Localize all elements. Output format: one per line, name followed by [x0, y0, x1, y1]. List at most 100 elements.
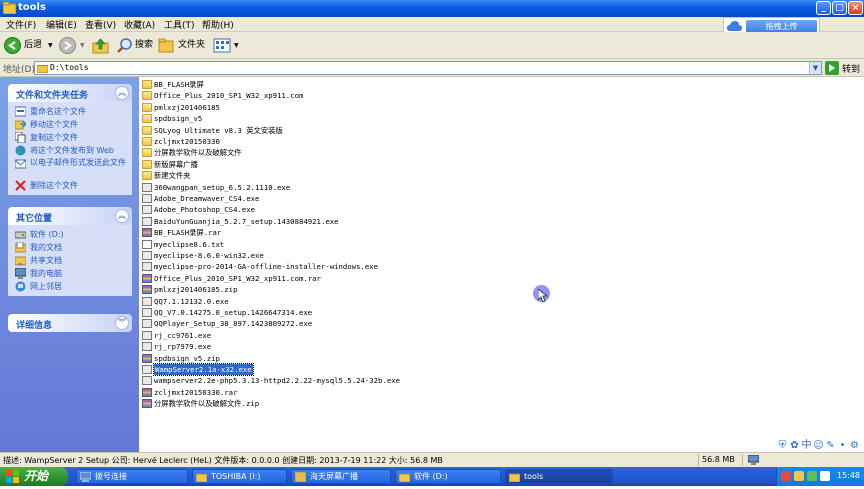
windows-logo-icon [6, 470, 19, 483]
collapse-icon[interactable]: ︽ [115, 86, 129, 100]
file-name: QQ7.1.12132.0.exe [154, 296, 229, 306]
file-name: QQPlayer_Setup_38_897.1423809272.exe [154, 319, 313, 329]
menu-edit[interactable]: 编辑(E) [46, 18, 77, 31]
my-documents-icon [14, 241, 27, 253]
go-arrow-icon [825, 61, 839, 78]
file-name: 360wangpan_setup_6.5.2.1110.exe [154, 182, 291, 192]
delete-icon [15, 180, 26, 191]
task-move[interactable]: 移动这个文件 [8, 118, 132, 131]
place-network[interactable]: 网上邻居 [8, 280, 132, 293]
exe-icon [142, 330, 152, 340]
file-name: 新版屏幕广播 [154, 159, 198, 169]
ime-shield-icon[interactable]: ⛨ [777, 440, 788, 451]
close-button[interactable]: × [848, 1, 863, 15]
expand-icon[interactable]: ︾ [115, 316, 129, 330]
place-shared-documents[interactable]: 共享文档 [8, 254, 132, 267]
task-copy[interactable]: 复制这个文件 [8, 131, 132, 144]
file-name: wampserver2.2e-php5.3.13-httpd2.2.22-mys… [154, 376, 401, 386]
place-my-computer[interactable]: 我的电脑 [8, 267, 132, 280]
address-dropdown-icon[interactable]: ▼ [809, 62, 821, 74]
drive-icon [14, 229, 27, 240]
file-tasks-header[interactable]: 文件和文件夹任务 ︽ [8, 84, 132, 102]
views-button[interactable]: ▼ [213, 36, 241, 55]
place-my-documents[interactable]: 我的文档 [8, 241, 132, 254]
file-name: Adobe_Dreamwaver_CS4.exe [154, 194, 260, 203]
menu-tools[interactable]: 工具(T) [164, 18, 195, 31]
folder-icon [142, 137, 152, 146]
views-dropdown-icon[interactable]: ▼ [234, 36, 239, 55]
task-toshiba-drive[interactable]: TOSHIBA (I:) [192, 469, 287, 484]
tray-volume-icon[interactable] [807, 471, 817, 481]
menu-help[interactable]: 帮助(H) [202, 18, 234, 31]
forward-button[interactable]: ▼ [59, 36, 85, 55]
address-input[interactable]: D:\tools ▼ [34, 61, 822, 75]
file-name: pmlxzj201406185.zip [154, 285, 238, 295]
menu-view[interactable]: 查看(V) [85, 18, 116, 31]
file-name: spdbsign_v5.zip [154, 353, 220, 363]
rar-icon [142, 285, 152, 295]
menu-file[interactable]: 文件(F) [6, 18, 36, 31]
folder-icon [142, 171, 152, 181]
status-description: 描述: WampServer 2 Setup 公司: Hervé Leclerc… [3, 456, 443, 465]
shared-folder-icon [14, 255, 27, 266]
task-rename[interactable]: 重命名这个文件 [8, 105, 132, 118]
collapse-icon[interactable]: ︽ [115, 209, 129, 223]
task-screen-broadcast[interactable]: 海天屏幕广播 [291, 469, 391, 484]
place-drive-d[interactable]: 软件 (D:) [8, 228, 132, 241]
close-icon: × [851, 3, 860, 13]
details-header[interactable]: 详细信息 ︾ [8, 314, 132, 332]
go-button[interactable]: 转到 [825, 61, 863, 75]
txt-icon [142, 239, 152, 249]
copy-icon [14, 131, 26, 144]
task-tools[interactable]: tools [505, 469, 613, 484]
ime-pen-icon[interactable]: ✎ [825, 440, 836, 451]
address-bar: 地址(D) D:\tools ▼ 转到 [0, 59, 864, 77]
exe-icon [142, 216, 152, 226]
back-button[interactable]: 后退 ▼ [4, 36, 53, 55]
file-list[interactable]: BB_FLASH录屏 Office_Plus_2010_SP1_W32_xp911… [139, 77, 864, 467]
ime-paw-icon[interactable]: ✿ [789, 440, 800, 451]
ime-settings-icon[interactable]: ⚙ [849, 440, 860, 451]
email-icon [14, 158, 27, 169]
network-icon [15, 281, 26, 292]
back-dropdown-icon[interactable]: ▼ [48, 36, 53, 55]
tray-network-icon[interactable] [794, 471, 804, 481]
folder-icon [142, 102, 152, 112]
maximize-button[interactable]: □ [832, 1, 847, 15]
tray-app-icon[interactable] [781, 471, 791, 481]
exe-icon [142, 205, 152, 215]
task-dialup[interactable]: 拨号连接 [76, 469, 188, 484]
exe-icon [142, 365, 152, 374]
minimize-button[interactable]: _ [816, 1, 831, 15]
tray-ime-icon[interactable] [820, 471, 830, 481]
title-bar[interactable]: tools _ □ × [0, 0, 864, 17]
details-panel: 详细信息 ︾ [8, 314, 132, 332]
file-name: spdbsign_v5 [154, 114, 203, 124]
rename-icon [14, 106, 27, 117]
taskbar: 开始 拨号连接 TOSHIBA (I:) 海天屏幕广播 软件 (D:) tool… [0, 467, 864, 486]
search-button[interactable]: 搜索 [116, 36, 156, 55]
exe-icon [142, 251, 152, 260]
file-tasks-panel: 文件和文件夹任务 ︽ 重命名这个文件 移动这个文件 复制这个文件 将这个文件发布… [8, 84, 132, 195]
file-name: BB_FLASH录屏.rar [154, 228, 222, 238]
explorer-window: tools _ □ × 文件(F) 编辑(E) 查看(V) 收藏(A) 工具(T… [0, 0, 864, 486]
exe-icon [142, 262, 152, 272]
ime-punct-icon[interactable]: • [837, 440, 848, 451]
menu-favorites[interactable]: 收藏(A) [124, 18, 155, 31]
folder-icon [142, 80, 152, 89]
file-name: myeclipse8.6.txt [154, 239, 225, 249]
ime-emoji-icon[interactable]: ☺ [813, 440, 824, 451]
other-places-header[interactable]: 其它位置 ︽ [8, 207, 132, 225]
dialup-icon [79, 471, 92, 482]
start-button[interactable]: 开始 [0, 467, 68, 486]
ime-cn-icon[interactable]: 中 [801, 440, 812, 451]
exe-icon [142, 376, 152, 386]
folders-button[interactable]: 文件夹 [158, 36, 206, 55]
up-folder-button[interactable] [92, 36, 110, 55]
mouse-pointer-highlight [533, 285, 550, 303]
task-email[interactable]: 以电子邮件形式发送此文件 [8, 157, 132, 179]
task-drive-d[interactable]: 软件 (D:) [395, 469, 501, 484]
forward-dropdown-icon[interactable]: ▼ [80, 36, 85, 55]
task-delete[interactable]: 删除这个文件 [8, 179, 132, 192]
task-publish-web[interactable]: 将这个文件发布到 Web [8, 144, 132, 157]
